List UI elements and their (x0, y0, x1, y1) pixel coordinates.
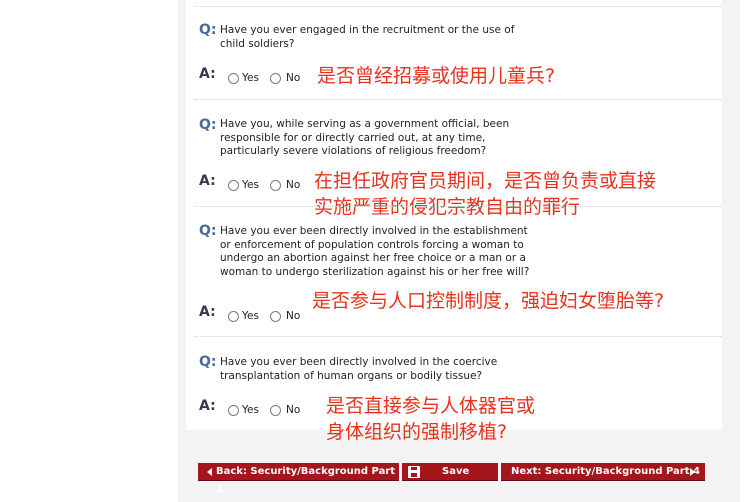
yes-label[interactable]: Yes (242, 179, 259, 191)
annotation-note: 是否曾经招募或使用儿童兵? (317, 65, 556, 87)
no-radio[interactable] (270, 405, 281, 416)
no-radio[interactable] (270, 311, 281, 322)
question-tag: Q: (199, 223, 217, 239)
no-radio[interactable] (270, 180, 281, 191)
question-text: Have you ever been directly involved in … (220, 356, 498, 382)
annotation-note: 是否参与人口控制制度，强迫妇女堕胎等? (312, 290, 665, 312)
yes-label[interactable]: Yes (242, 72, 259, 84)
divider (194, 6, 721, 7)
annotation-note: 是否直接参与人体器官或 身体组织的强制移植? (326, 395, 536, 443)
answer-tag: A: (199, 304, 216, 320)
divider (194, 206, 721, 207)
question-tag: Q: (199, 354, 217, 370)
answer-tag: A: (199, 173, 216, 189)
question-text: Have you ever engaged in the recruitment… (220, 24, 515, 50)
next-button-label: Next: Security/Background Part 4 (511, 466, 700, 477)
chevron-right-icon (690, 468, 695, 476)
question-tag: Q: (199, 22, 217, 38)
save-button-label: Save (442, 466, 470, 477)
no-label[interactable]: No (286, 179, 300, 191)
yes-radio[interactable] (228, 405, 239, 416)
yes-label[interactable]: Yes (242, 310, 259, 322)
answer-tag: A: (199, 398, 216, 414)
chevron-left-icon (207, 468, 212, 476)
back-button[interactable]: Back: Security/Background Part 2 (198, 463, 399, 495)
next-button[interactable]: Next: Security/Background Part 4 (501, 463, 705, 481)
no-radio[interactable] (270, 73, 281, 84)
no-label[interactable]: No (286, 404, 300, 416)
yes-radio[interactable] (228, 311, 239, 322)
back-button-label: Back: Security/Background Part 2 (216, 466, 396, 495)
no-label[interactable]: No (286, 72, 300, 84)
question-tag: Q: (199, 117, 217, 133)
divider (194, 99, 721, 100)
divider (194, 336, 721, 337)
answer-tag: A: (199, 66, 216, 82)
question-text: Have you ever been directly involved in … (220, 225, 530, 278)
no-label[interactable]: No (286, 310, 300, 322)
question-text: Have you, while serving as a government … (220, 118, 510, 157)
annotation-note: 在担任政府官员期间，是否曾负责或直接 实施严重的侵犯宗教自由的罪行 (314, 170, 657, 218)
yes-radio[interactable] (228, 180, 239, 191)
yes-radio[interactable] (228, 73, 239, 84)
save-icon (408, 466, 420, 478)
yes-label[interactable]: Yes (242, 404, 259, 416)
save-button[interactable]: Save (402, 463, 498, 481)
